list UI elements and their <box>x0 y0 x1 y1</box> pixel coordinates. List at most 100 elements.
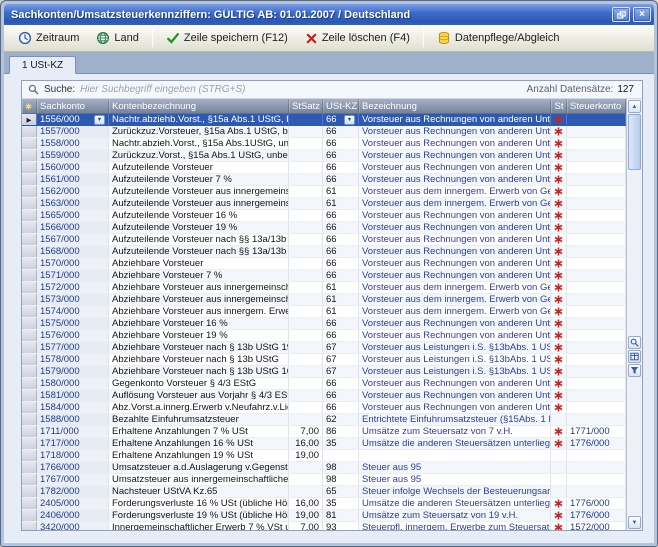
table-row[interactable]: 1563/000 ▼ Aufzuteilende Vorsteuer aus i… <box>22 198 626 210</box>
cell-stsatz <box>289 414 323 425</box>
ustkz-dropdown-button[interactable]: ▼ <box>344 115 355 125</box>
vertical-scrollbar[interactable]: ▲ <box>626 99 642 530</box>
cell-bezeichnung: Vorsteuer aus Leistungen i.S. §13bAbs. 1… <box>359 354 551 365</box>
tab-ust-kz[interactable]: 1 USt-KZ <box>9 56 76 74</box>
title-bar[interactable]: Sachkonten/Umsatzsteuerkennziffern: GÜLT… <box>4 4 654 25</box>
table-row[interactable]: 1568/000 ▼ Aufzuteilende Vorsteuer nach … <box>22 246 626 258</box>
clock-icon <box>18 31 32 45</box>
zeile-loeschen-button[interactable]: Zeile löschen (F4) <box>297 28 418 49</box>
cell-sachkonto: 1572/000 <box>40 282 80 293</box>
sachkonto-dropdown-button[interactable]: ▼ <box>94 115 105 125</box>
magnifier-icon <box>28 84 39 95</box>
table-row[interactable]: ▶ 1556/000 ▼ Nachtr.abziehb.Vorst., §15a… <box>22 114 626 126</box>
cell-ustkz: 66 <box>326 390 337 401</box>
ustkz-cell: 66 ▼ <box>323 150 359 161</box>
cell-ustkz: 66 <box>326 150 337 161</box>
land-button[interactable]: Land <box>88 28 146 49</box>
column-header-st[interactable]: St <box>551 99 567 113</box>
table-row[interactable]: 1566/000 ▼ Aufzuteilende Vorsteuer 19 % … <box>22 222 626 234</box>
scrollbar-thumb[interactable] <box>628 114 641 170</box>
zeitraum-button[interactable]: Zeitraum <box>10 28 87 49</box>
table-row[interactable]: 1580/000 ▼ Gegenkonto Vorsteuer § 4/3 ES… <box>22 378 626 390</box>
table-row[interactable]: 1560/000 ▼ Aufzuteilende Vorsteuer 66 ▼ … <box>22 162 626 174</box>
table-row[interactable]: 1562/000 ▼ Aufzuteilende Vorsteuer aus i… <box>22 186 626 198</box>
column-header-sachkonto[interactable]: Sachkonto <box>37 99 109 113</box>
close-button[interactable]: × <box>633 7 651 22</box>
st-cell <box>551 486 567 497</box>
sachkonto-cell: 1571/000 ▼ <box>37 270 109 281</box>
zeile-speichern-button[interactable]: Zeile speichern (F12) <box>158 28 296 49</box>
cell-ustkz: 61 <box>326 306 337 317</box>
column-header-kontenbezeichnung[interactable]: Kontenbezeichnung <box>109 99 289 113</box>
tax-flag-icon <box>554 151 563 160</box>
table-row[interactable]: 1576/000 ▼ Abziehbare Vorsteuer 19 % 66 … <box>22 330 626 342</box>
scroll-up-button[interactable]: ▲ <box>628 100 641 113</box>
column-header-stsatz[interactable]: StSatz <box>289 99 323 113</box>
cell-sachkonto: 1557/000 <box>40 126 80 137</box>
table-row[interactable]: 1578/000 ▼ Abziehbare Vorsteuer nach § 1… <box>22 354 626 366</box>
table-row[interactable]: 1588/000 ▼ Bezahlte Einfuhrumsatzsteuer … <box>22 414 626 426</box>
tax-flag-icon <box>554 355 563 364</box>
search-input[interactable]: Hier Suchbegriff eingeben (STRG+S) <box>80 84 245 95</box>
table-row[interactable]: 1561/000 ▼ Aufzuteilende Vorsteuer 7 % 6… <box>22 174 626 186</box>
column-header-steuerkonto[interactable]: Steuerkonto <box>567 99 626 113</box>
cell-stsatz <box>289 174 323 185</box>
table-row[interactable]: 1559/000 ▼ Zurückzuz.Vorst., §15a Abs.1 … <box>22 150 626 162</box>
column-header-marker[interactable] <box>22 99 37 113</box>
column-header-bezeichnung[interactable]: Bezeichnung <box>359 99 551 113</box>
row-marker-cell <box>22 222 37 233</box>
grid-columns-button[interactable] <box>628 350 641 363</box>
table-row[interactable]: 1579/000 ▼ Abziehbare Vorsteuer nach § 1… <box>22 366 626 378</box>
table-row[interactable]: 1574/000 ▼ Abziehbare Vorsteuer aus inne… <box>22 306 626 318</box>
table-row[interactable]: 1575/000 ▼ Abziehbare Vorsteuer 16 % 66 … <box>22 318 626 330</box>
cell-ustkz: 98 <box>326 462 337 473</box>
ustkz-cell: 66 ▼ <box>323 174 359 185</box>
table-row[interactable]: 1570/000 ▼ Abziehbare Vorsteuer 66 ▼ Vor… <box>22 258 626 270</box>
st-cell <box>551 354 567 365</box>
table-row[interactable]: 1767/000 ▼ Umsatzsteuer aus innergemeins… <box>22 474 626 486</box>
st-cell <box>551 450 567 461</box>
grid-search-button[interactable] <box>628 336 641 349</box>
datenpflege-button[interactable]: Datenpflege/Abgleich <box>429 28 568 49</box>
row-marker-cell <box>22 294 37 305</box>
column-header-ustkz[interactable]: USt-KZ <box>323 99 359 113</box>
table-row[interactable]: 2405/000 ▼ Forderungsverluste 16 % USt (… <box>22 498 626 510</box>
windows-button[interactable] <box>612 7 630 22</box>
cell-stsatz: 7,00 <box>289 426 323 437</box>
table-row[interactable]: 1581/000 ▼ Auflösung Vorsteuer aus Vorja… <box>22 390 626 402</box>
cell-kontenbezeichnung: Abziehbare Vorsteuer aus innergem. Erwer… <box>109 306 289 317</box>
table-row[interactable]: 1557/000 ▼ Zurückzuz.Vorsteuer, §15a Abs… <box>22 126 626 138</box>
table-row[interactable]: 1573/000 ▼ Abziehbare Vorsteuer aus inne… <box>22 294 626 306</box>
cell-sachkonto: 1576/000 <box>40 330 80 341</box>
cell-ustkz: 86 <box>326 426 337 437</box>
cell-steuerkonto <box>567 330 626 341</box>
table-row[interactable]: 1766/000 ▼ Umsatzsteuer a.d.Auslagerung … <box>22 462 626 474</box>
table-row[interactable]: 1718/000 ▼ Erhaltene Anzahlungen 19 % US… <box>22 450 626 462</box>
table-row[interactable]: 1567/000 ▼ Aufzuteilende Vorsteuer nach … <box>22 234 626 246</box>
cell-ustkz: 93 <box>326 522 337 530</box>
table-row[interactable]: 1711/000 ▼ Erhaltene Anzahlungen 7 % USt… <box>22 426 626 438</box>
search-bar[interactable]: Suche: Hier Suchbegriff eingeben (STRG+S… <box>22 81 642 99</box>
table-row[interactable]: 1577/000 ▼ Abziehbare Vorsteuer nach § 1… <box>22 342 626 354</box>
table-row[interactable]: 1565/000 ▼ Aufzuteilende Vorsteuer 16 % … <box>22 210 626 222</box>
sachkonto-cell: 1711/000 ▼ <box>37 426 109 437</box>
grid-filter-button[interactable] <box>628 364 641 377</box>
table-row[interactable]: 1717/000 ▼ Erhaltene Anzahlungen 16 % US… <box>22 438 626 450</box>
table-row[interactable]: 1571/000 ▼ Abziehbare Vorsteuer 7 % 66 ▼… <box>22 270 626 282</box>
table-row[interactable]: 2406/000 ▼ Forderungsverluste 19 % USt (… <box>22 510 626 522</box>
row-marker-cell <box>22 462 37 473</box>
tax-flag-icon <box>554 511 563 520</box>
scroll-down-button[interactable]: ▼ <box>628 516 641 529</box>
table-row[interactable]: 1782/000 ▼ Nachsteuer UStVA Kz.65 65 ▼ S… <box>22 486 626 498</box>
cell-kontenbezeichnung: Umsatzsteuer aus innergemeinschaftlichem… <box>109 474 289 485</box>
st-cell <box>551 378 567 389</box>
cell-kontenbezeichnung: Aufzuteilende Vorsteuer 16 % <box>109 210 289 221</box>
ustkz-cell: 98 ▼ <box>323 462 359 473</box>
table-row[interactable]: 1584/000 ▼ Abz.Vorst.a.innerg.Erwerb v.N… <box>22 402 626 414</box>
table-row[interactable]: 3420/000 ▼ Innergemeinschaftlicher Erwer… <box>22 522 626 530</box>
st-cell <box>551 318 567 329</box>
arrow-down-icon: ▼ <box>632 520 638 526</box>
table-row[interactable]: 1558/000 ▼ Nachtr.abzieh.Vorst., §15a Ab… <box>22 138 626 150</box>
cell-sachkonto: 1717/000 <box>40 438 80 449</box>
table-row[interactable]: 1572/000 ▼ Abziehbare Vorsteuer aus inne… <box>22 282 626 294</box>
